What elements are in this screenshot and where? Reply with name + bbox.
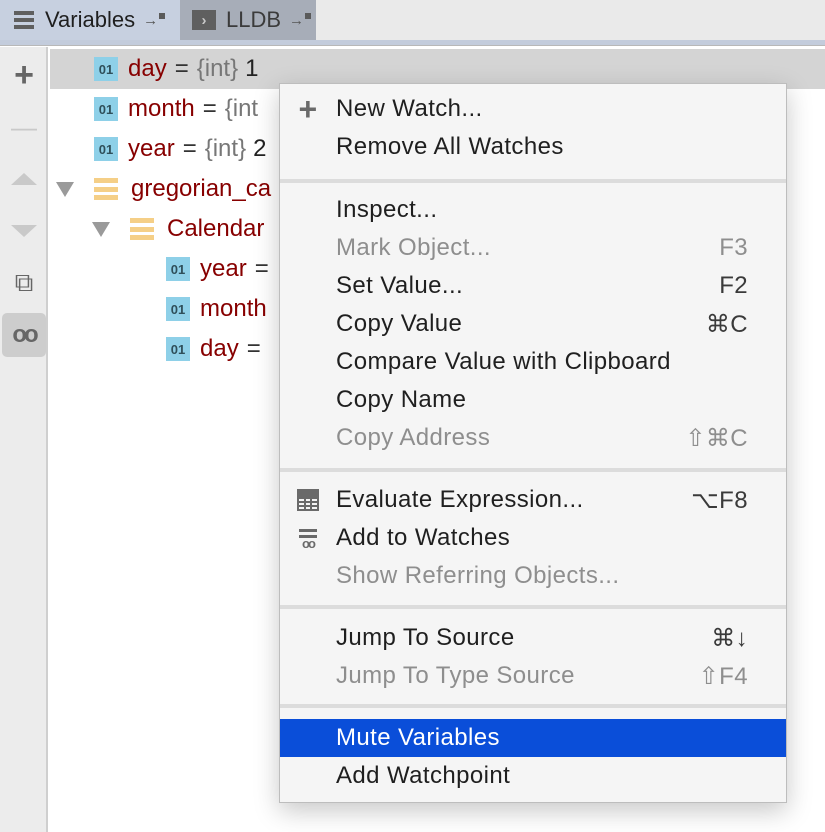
tab-lldb[interactable]: › LLDB → — [180, 0, 316, 40]
variable-name: year — [128, 135, 175, 162]
tab-lldb-label: LLDB — [226, 7, 282, 32]
struct-icon — [130, 218, 154, 240]
menu-item-show-referring-objects[interactable]: Show Referring Objects... — [280, 557, 786, 595]
int-variable-icon: 01 — [166, 297, 190, 321]
equals-sign: = — [246, 335, 261, 362]
glasses-icon: oo — [12, 321, 38, 348]
pin-tab-icon[interactable]: → — [143, 12, 166, 29]
move-down-button[interactable] — [2, 209, 46, 253]
variable-name: Calendar — [167, 215, 265, 242]
variable-type: {int — [224, 95, 259, 122]
shortcut-label: ⇧F4 — [698, 662, 748, 690]
variable-name: gregorian_ca — [131, 175, 272, 202]
menu-item-evaluate-expression[interactable]: Evaluate Expression... ⌥F8 — [280, 481, 786, 519]
menu-separator — [280, 179, 786, 183]
arrow-down-icon — [11, 225, 37, 237]
menu-separator — [280, 468, 786, 472]
equals-sign: = — [182, 135, 197, 162]
tab-underline — [0, 40, 825, 46]
variable-type: {int} — [196, 55, 239, 82]
int-variable-icon: 01 — [94, 137, 118, 161]
menu-item-compare-with-clipboard[interactable]: Compare Value with Clipboard — [280, 343, 786, 381]
menu-item-copy-address[interactable]: Copy Address ⇧⌘C — [280, 419, 786, 457]
shortcut-label: ⌘C — [705, 310, 748, 338]
equals-sign: = — [254, 255, 269, 282]
tab-variables-label: Variables — [45, 7, 136, 32]
menu-item-copy-value[interactable]: Copy Value ⌘C — [280, 305, 786, 343]
context-menu: + New Watch... Remove All Watches Inspec… — [279, 83, 787, 803]
menu-item-copy-name[interactable]: Copy Name — [280, 381, 786, 419]
calculator-icon — [294, 489, 322, 511]
add-watch-button[interactable]: + — [2, 53, 46, 97]
int-variable-icon: 01 — [94, 57, 118, 81]
menu-item-jump-to-source[interactable]: Jump To Source ⌘↓ — [280, 619, 786, 657]
shortcut-label: ⌘↓ — [711, 624, 748, 652]
expand-arrow-icon[interactable] — [56, 181, 74, 197]
variable-name: day — [200, 335, 239, 362]
variable-name: day — [128, 55, 167, 82]
shortcut-label: ⇧⌘C — [685, 424, 748, 452]
shortcut-label: F3 — [719, 234, 748, 261]
expand-arrow-icon[interactable] — [92, 221, 110, 237]
minus-icon: — — [11, 111, 37, 142]
int-variable-icon: 01 — [94, 97, 118, 121]
variable-value: 2 — [253, 135, 267, 162]
variable-name: month — [200, 295, 267, 322]
variable-value: 1 — [245, 55, 259, 82]
variable-name: year — [200, 255, 247, 282]
menu-item-remove-all-watches[interactable]: Remove All Watches — [280, 128, 786, 166]
add-to-watches-icon: oo — [294, 529, 322, 550]
duplicate-button[interactable]: ⧉ — [2, 261, 46, 305]
menu-item-inspect[interactable]: Inspect... — [280, 191, 786, 229]
variables-toolbar: + — ⧉ oo — [0, 47, 48, 832]
hamburger-icon — [14, 11, 34, 29]
arrow-up-icon — [11, 173, 37, 185]
menu-separator — [280, 605, 786, 609]
menu-separator — [280, 704, 786, 708]
equals-sign: = — [174, 55, 189, 82]
equals-sign: = — [202, 95, 217, 122]
tab-bar: Variables → › LLDB → — [0, 0, 825, 40]
int-variable-icon: 01 — [166, 337, 190, 361]
variable-type: {int} — [204, 135, 247, 162]
console-icon: › — [192, 10, 216, 30]
menu-item-add-watchpoint[interactable]: Add Watchpoint — [280, 757, 786, 795]
move-up-button[interactable] — [2, 157, 46, 201]
plus-icon: + — [14, 55, 34, 94]
int-variable-icon: 01 — [166, 257, 190, 281]
menu-item-jump-to-type-source[interactable]: Jump To Type Source ⇧F4 — [280, 657, 786, 695]
shortcut-label: ⌥F8 — [691, 486, 748, 514]
tab-variables[interactable]: Variables → — [0, 0, 180, 40]
show-watches-toggle[interactable]: oo — [2, 313, 46, 357]
plus-icon: + — [298, 90, 318, 127]
menu-item-add-to-watches[interactable]: oo Add to Watches — [280, 519, 786, 557]
shortcut-label: F2 — [719, 272, 748, 299]
struct-icon — [94, 178, 118, 200]
remove-watch-button[interactable]: — — [2, 105, 46, 149]
copy-icon: ⧉ — [14, 267, 34, 297]
menu-item-mark-object[interactable]: Mark Object... F3 — [280, 229, 786, 267]
menu-item-set-value[interactable]: Set Value... F2 — [280, 267, 786, 305]
variable-name: month — [128, 95, 195, 122]
pin-tab-icon[interactable]: → — [289, 12, 312, 29]
menu-item-new-watch[interactable]: + New Watch... — [280, 90, 786, 128]
menu-item-mute-variables[interactable]: Mute Variables — [280, 719, 786, 757]
